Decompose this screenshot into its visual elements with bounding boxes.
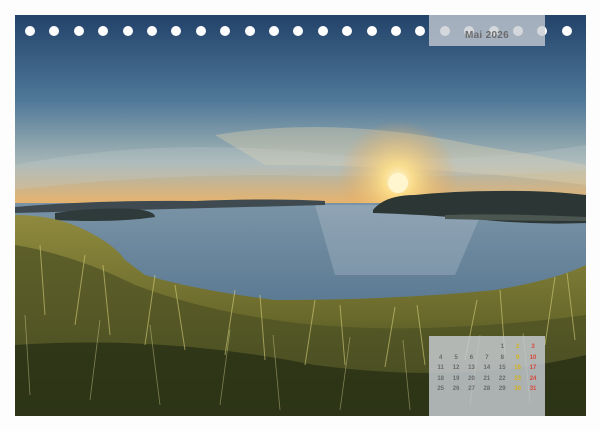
calendar-day: 13 — [468, 365, 475, 371]
month-title: Mai 2026 — [464, 30, 510, 41]
calendar-week: 4 5 6 7 8 9 10 — [433, 353, 541, 364]
binding-hole — [220, 26, 231, 36]
calendar-day: 15 — [498, 365, 506, 371]
calendar-day: 14 — [483, 365, 491, 371]
binding-hole — [147, 26, 157, 36]
binding-hole — [171, 26, 182, 36]
calendar-day: 23 — [514, 375, 521, 382]
binding-hole — [561, 26, 572, 36]
binding-hole — [195, 26, 206, 36]
calendar-day: 17 — [529, 365, 537, 371]
calendar-day: 12 — [452, 365, 460, 371]
calendar-day: 3 — [531, 344, 535, 350]
mini-calendar: 1 2 3 4 5 6 7 8 9 10 11 12 13 14 15 16 17 18 19 20 21 22 23 24 2… — [429, 336, 545, 416]
calendar-day: 11 — [437, 365, 444, 371]
sun — [388, 173, 408, 193]
calendar-week: 18 19 20 21 22 23 24 — [433, 374, 541, 385]
calendar-page: Mai 2026 1 2 3 4 5 6 7 8 9 10 11 12 13 14 15 16 17 18 19 20… — [0, 0, 600, 431]
calendar-day: 24 — [529, 375, 537, 382]
calendar-day: 6 — [469, 354, 474, 361]
calendar-week: 11 12 13 14 15 16 17 — [433, 363, 541, 374]
binding-hole — [391, 26, 401, 36]
binding-hole — [122, 26, 133, 36]
binding-hole — [73, 26, 84, 36]
calendar-day: 20 — [468, 375, 475, 382]
calendar-day: 5 — [454, 354, 458, 361]
calendar-day: 25 — [437, 386, 445, 392]
calendar-day: 19 — [452, 375, 460, 382]
calendar-day: 26 — [452, 386, 460, 392]
calendar-day — [464, 342, 479, 353]
binding-hole — [98, 26, 109, 36]
binding-hole — [415, 26, 426, 36]
binding-hole — [25, 26, 35, 36]
calendar-day — [448, 342, 463, 353]
binding-hole — [342, 26, 353, 36]
calendar-week: 25 26 27 28 29 30 31 — [433, 384, 541, 395]
calendar-day: 29 — [498, 386, 506, 392]
calendar-day: 2 — [515, 344, 520, 350]
binding-hole — [244, 26, 255, 36]
month-header: Mai 2026 — [429, 15, 545, 46]
calendar-day: 16 — [514, 365, 521, 371]
calendar-day: 21 — [483, 375, 491, 382]
calendar-day: 8 — [500, 354, 504, 361]
calendar-day: 9 — [515, 354, 520, 361]
calendar-day: 18 — [437, 375, 445, 382]
calendar-day: 30 — [514, 386, 521, 392]
calendar-day: 27 — [468, 386, 475, 392]
calendar-day: 31 — [529, 386, 537, 392]
binding-hole — [293, 26, 304, 36]
calendar-day: 4 — [439, 354, 443, 361]
calendar-week: 1 2 3 — [433, 342, 541, 353]
calendar-day: 1 — [500, 344, 504, 350]
calendar-day: 22 — [498, 375, 506, 382]
calendar-day: 10 — [529, 354, 537, 361]
binding-hole — [269, 26, 279, 36]
calendar-day: 7 — [485, 354, 489, 361]
binding-hole — [317, 26, 328, 36]
binding-hole — [366, 26, 377, 36]
calendar-day: 28 — [483, 386, 491, 392]
calendar-day — [433, 342, 448, 353]
calendar-grid: 1 2 3 4 5 6 7 8 9 10 11 12 13 14 15 16 17 18 19 20 21 22 23 24 2… — [433, 342, 541, 395]
binding-hole — [49, 26, 60, 36]
calendar-day — [479, 342, 494, 353]
